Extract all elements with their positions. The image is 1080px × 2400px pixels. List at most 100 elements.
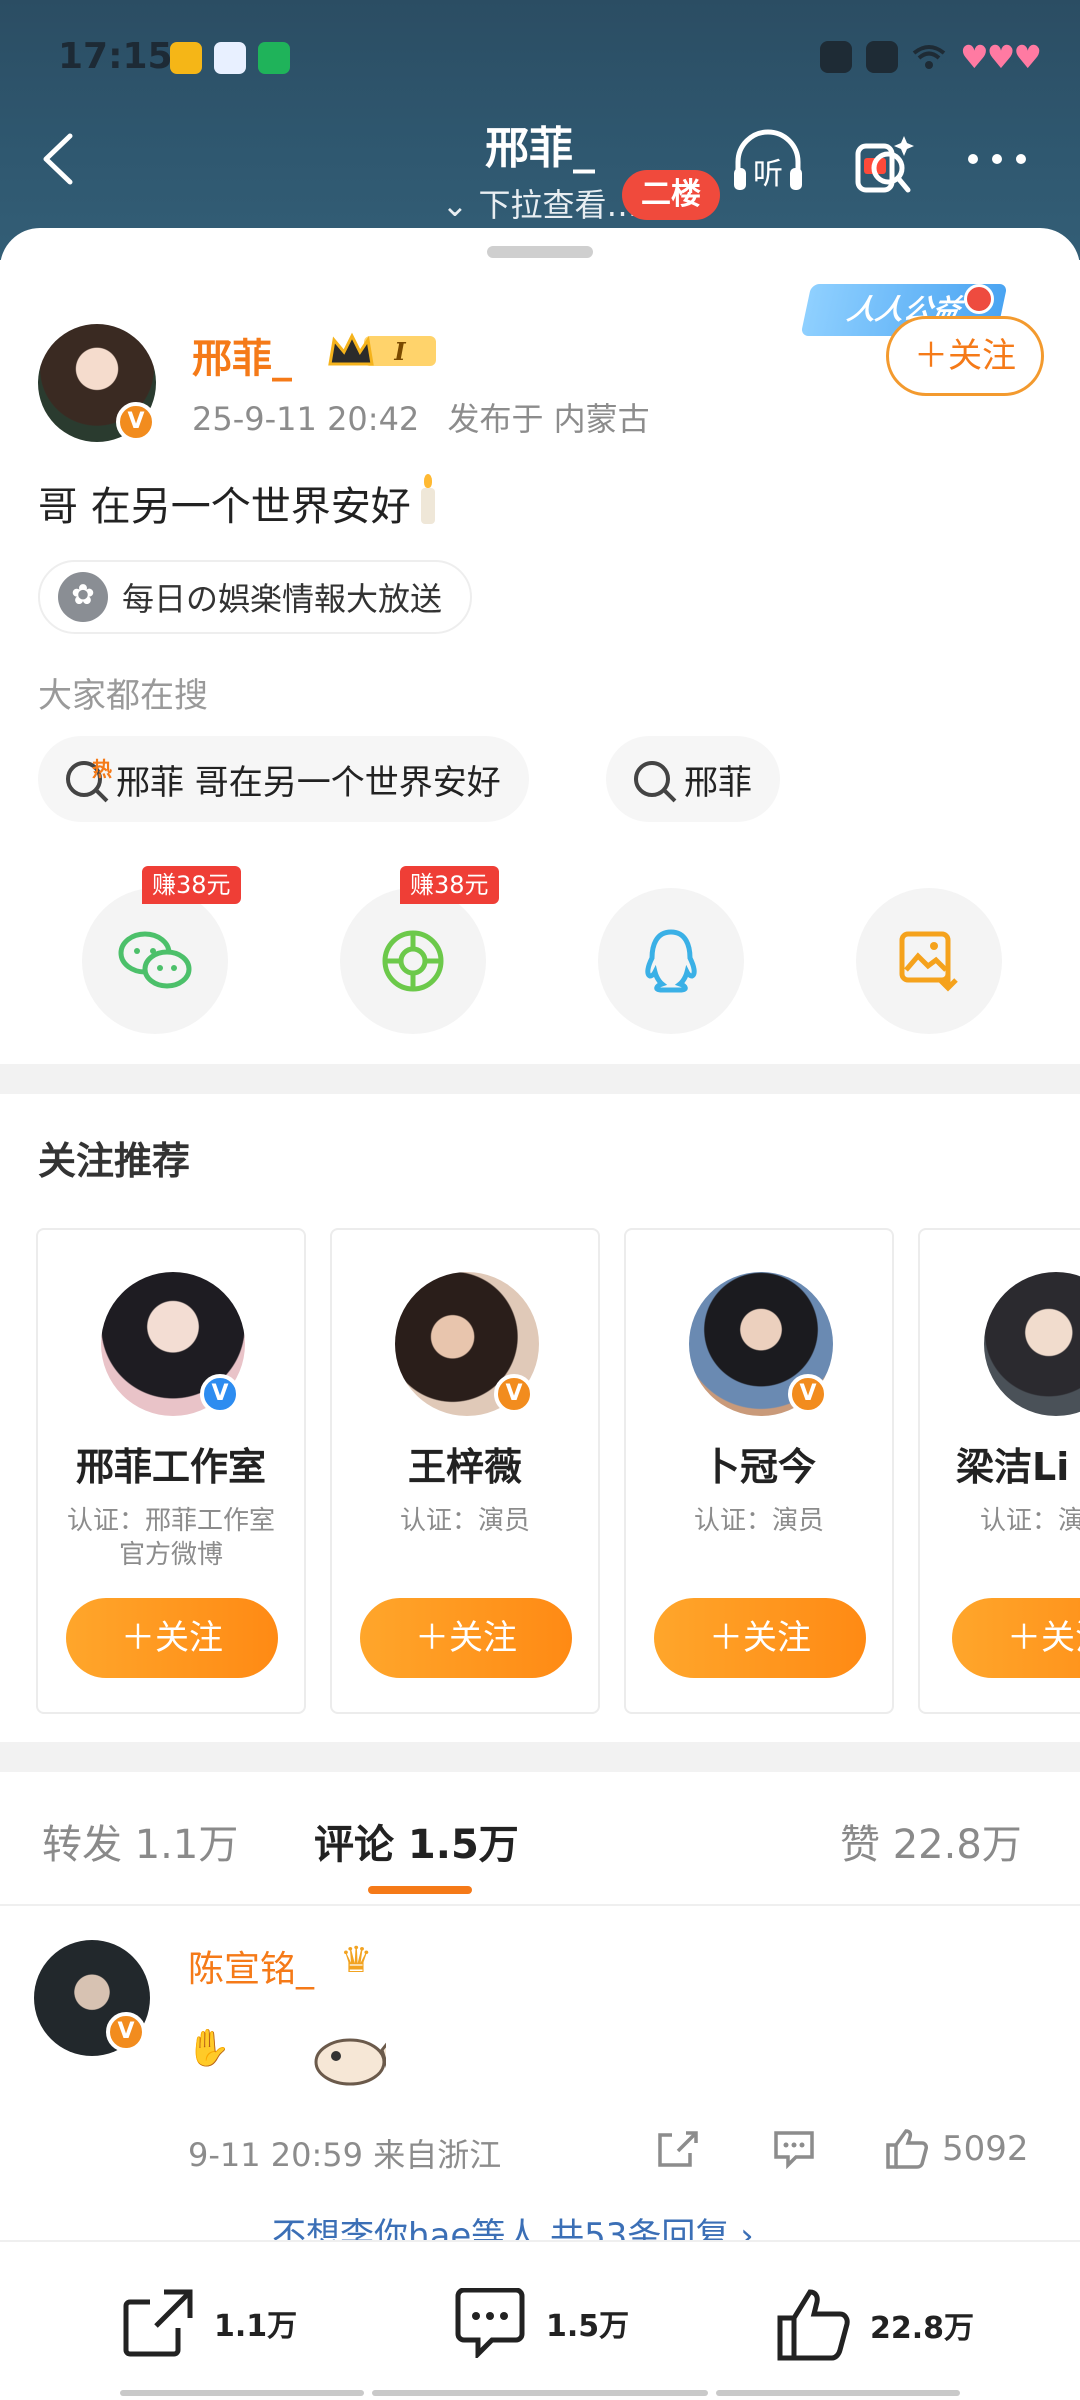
search-chip-1[interactable]: 热 邢菲 哥在另一个世界安好 xyxy=(38,736,529,822)
section-divider xyxy=(0,1064,1080,1094)
comment-count: 1.5万 xyxy=(546,2309,630,2344)
earn-badge: 赚38元 xyxy=(142,866,241,904)
hot-search-icon: 热 xyxy=(66,757,112,797)
comment-emoji: ✋ xyxy=(186,2027,386,2086)
save-image-icon xyxy=(899,931,958,992)
post-timestamp: 25-9-11 20:42 xyxy=(192,400,420,438)
svg-text:I: I xyxy=(393,337,406,366)
floor-badge[interactable]: 二楼 xyxy=(622,170,720,220)
search-chip-label: 邢菲 xyxy=(684,762,752,803)
status-time: 17:15 xyxy=(58,36,173,77)
top-header: 17:15 ♥♥♥ 邢菲_ ⌄ 下拉查看… 二楼 听 xyxy=(0,0,1080,260)
more-icon[interactable] xyxy=(968,154,1026,164)
qq-icon xyxy=(645,929,697,993)
status-app-icons xyxy=(170,42,290,74)
recommend-card[interactable]: V 王梓薇 认证：演员 ＋关注 xyxy=(330,1228,600,1714)
search-chip-2[interactable]: 邢菲 xyxy=(606,736,780,822)
recommend-card[interactable]: V 邢菲工作室 认证：邢菲工作室官方微博 ＋关注 xyxy=(36,1228,306,1714)
post-text-content: 哥 在另一个世界安好 xyxy=(38,484,411,530)
share-row: 赚38元 赚38元 xyxy=(0,866,1080,1038)
listen-label: 听 xyxy=(753,157,783,192)
repost-icon xyxy=(123,2289,193,2357)
home-indicator xyxy=(716,2390,960,2396)
recommend-follow-button[interactable]: ＋关注 xyxy=(66,1598,278,1678)
wechat-icon xyxy=(118,931,192,989)
follow-button[interactable]: ＋关注 xyxy=(886,316,1044,396)
comment-tabs: 转发 1.1万 评论 1.5万 赞 22.8万 xyxy=(0,1770,1080,1868)
earn-badge: 赚38元 xyxy=(400,866,499,904)
bottom-action-bar: 1.1万 1.5万 22.8万 xyxy=(0,2240,1080,2400)
recommend-desc: 认证：演 xyxy=(980,1506,1080,1536)
comment-like-count: 5092 xyxy=(942,2129,1029,2169)
tab-comment[interactable]: 评论 1.5万 xyxy=(314,1812,519,1870)
recommend-follow-button[interactable]: ＋关注 xyxy=(654,1598,866,1678)
battery-hearts-icon: ♥♥♥ xyxy=(959,38,1042,76)
charity-dot xyxy=(964,284,994,314)
comment-button[interactable]: 1.5万 xyxy=(452,2288,629,2358)
author-name[interactable]: 邢菲_ xyxy=(192,326,292,384)
candle-icon xyxy=(420,474,435,524)
home-indicator xyxy=(120,2390,364,2396)
weibo-icon xyxy=(170,42,202,74)
post-text: 哥 在另一个世界安好 xyxy=(38,474,435,532)
vip-crown-icon: I xyxy=(328,332,436,366)
share-moments-button[interactable]: 赚38元 xyxy=(340,866,499,1034)
save-image-button[interactable] xyxy=(856,888,1002,1034)
topic-chip[interactable]: 每日の娯楽情報大放送 xyxy=(38,560,473,634)
recommend-follow-button[interactable]: ＋关注 xyxy=(360,1598,572,1678)
comment-icon xyxy=(455,2288,525,2358)
like-button[interactable]: 22.8万 xyxy=(776,2288,974,2362)
back-icon[interactable] xyxy=(38,132,78,186)
search-chip-label: 邢菲 哥在另一个世界安好 xyxy=(116,762,501,803)
wifi-icon xyxy=(912,45,946,69)
like-count: 22.8万 xyxy=(870,2311,975,2346)
status-bar: 17:15 ♥♥♥ xyxy=(58,30,1042,86)
status-right: ♥♥♥ xyxy=(819,38,1042,76)
nfc-icon xyxy=(865,41,898,73)
pray-icon: ✋ xyxy=(186,2027,231,2069)
topic-label: 每日の娯楽情報大放送 xyxy=(122,580,443,618)
recommend-title: 关注推荐 xyxy=(38,1139,191,1183)
recommend-card[interactable]: 梁洁Li 认证：演 ＋关注 xyxy=(918,1228,1080,1714)
post-meta: 25-9-11 20:42 发布于 内蒙古 xyxy=(192,394,650,440)
recommend-name[interactable]: 卜冠今 xyxy=(626,1436,892,1491)
thumbs-up-icon xyxy=(777,2289,850,2361)
red-packet-search-icon[interactable] xyxy=(848,128,928,198)
comment-share-button[interactable] xyxy=(656,2124,700,2174)
comment-reply-button[interactable] xyxy=(772,2124,816,2174)
moments-icon xyxy=(382,930,444,992)
tab-repost[interactable]: 转发 1.1万 xyxy=(42,1812,238,1870)
tabs-divider xyxy=(0,1904,1080,1906)
verified-badge-icon: V xyxy=(494,1374,534,1414)
share-wechat-button[interactable]: 赚38元 xyxy=(82,866,241,1034)
recommend-desc: 认证：邢菲工作室官方微博 xyxy=(66,1506,275,1570)
share-icon xyxy=(658,2131,698,2167)
comment-meta: 9-11 20:59 来自浙江 xyxy=(188,2136,502,2174)
verified-badge-icon: V xyxy=(116,402,156,442)
share-qq-button[interactable] xyxy=(598,888,744,1034)
tab-like[interactable]: 赞 22.8万 xyxy=(840,1812,1022,1870)
baidu-icon xyxy=(214,42,246,74)
recommend-desc: 认证：演员 xyxy=(399,1506,530,1536)
crown-icon: ♛ xyxy=(340,1940,373,1981)
repost-button[interactable]: 1.1万 xyxy=(120,2288,297,2358)
recommend-follow-button[interactable]: ＋关注 xyxy=(952,1598,1080,1678)
active-tab-indicator xyxy=(368,1886,472,1894)
comment-icon xyxy=(774,2131,814,2169)
verified-badge-icon: V xyxy=(200,1374,240,1414)
commenter-name[interactable]: 陈宣铭_ xyxy=(188,1940,314,1992)
verified-badge-icon: V xyxy=(788,1374,828,1414)
section-divider xyxy=(0,1742,1080,1772)
recommend-name[interactable]: 邢菲工作室 xyxy=(38,1436,304,1491)
page-title: 邢菲_ xyxy=(485,123,595,174)
recommend-name[interactable]: 梁洁Li xyxy=(956,1436,1080,1491)
topic-icon xyxy=(58,572,108,622)
recommend-card[interactable]: V 卜冠今 认证：演员 ＋关注 xyxy=(624,1228,894,1714)
recommend-avatar[interactable] xyxy=(984,1272,1080,1416)
recommend-name[interactable]: 王梓薇 xyxy=(332,1436,598,1491)
listen-icon[interactable]: 听 xyxy=(728,128,808,198)
verified-badge-icon: V xyxy=(106,2012,146,2052)
comment-like-button[interactable]: 5092 xyxy=(884,2124,1029,2174)
drag-handle[interactable] xyxy=(487,246,593,258)
repost-count: 1.1万 xyxy=(214,2309,298,2344)
